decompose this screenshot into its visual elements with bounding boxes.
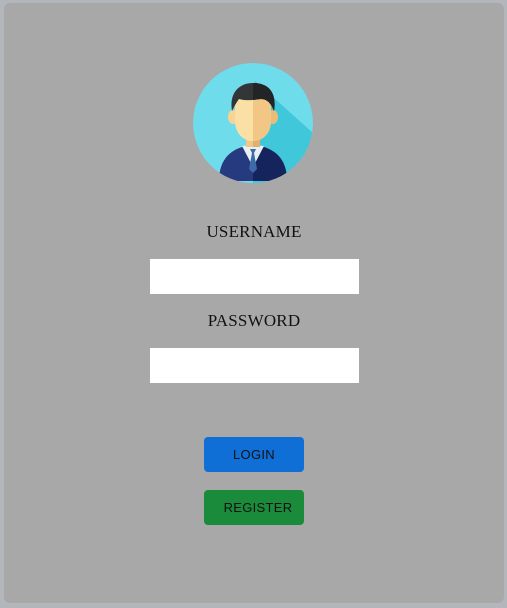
login-card: USERNAME PASSWORD LOGIN REGISTER	[4, 3, 504, 603]
register-button[interactable]: REGISTER	[204, 490, 304, 525]
username-input[interactable]	[150, 259, 359, 294]
password-label: PASSWORD	[207, 311, 301, 330]
login-button[interactable]: LOGIN	[204, 437, 304, 472]
password-input[interactable]	[150, 348, 359, 383]
user-avatar-icon	[193, 63, 313, 183]
username-label: USERNAME	[206, 222, 302, 241]
